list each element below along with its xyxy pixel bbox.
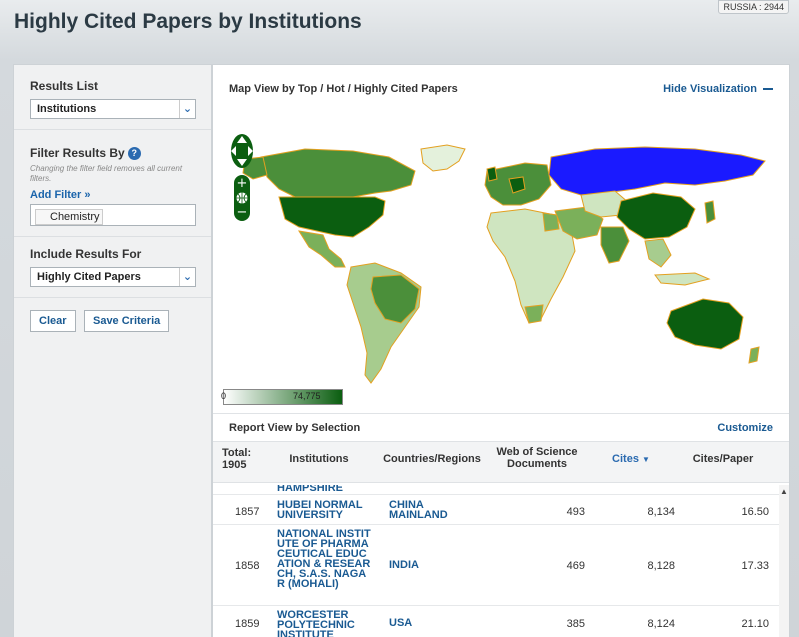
page-title: Highly Cited Papers by Institutions <box>14 10 362 33</box>
institution-link[interactable]: NATIONAL INSTITUTE OF PHARMACEUTICAL EDU… <box>277 529 371 590</box>
section-divider <box>213 413 789 414</box>
sidebar: Results List Institutions ⌄ Filter Resul… <box>13 64 212 637</box>
row-rank: 1857 <box>235 506 260 518</box>
report-title: Report View by Selection <box>229 422 361 434</box>
documents-header[interactable]: Web of Science Documents <box>493 446 581 470</box>
map-canada <box>260 148 416 198</box>
customize-link[interactable]: Customize <box>717 422 773 434</box>
map-uk <box>486 166 498 182</box>
filter-hint: Changing the filter field removes all cu… <box>30 164 183 184</box>
cites-per-paper-header[interactable]: Cites/Paper <box>683 453 763 465</box>
map-russia <box>548 146 766 196</box>
cites-header-label: Cites <box>612 453 639 465</box>
row-cites-per-paper: 17.33 <box>741 560 769 572</box>
total-header: Total: 1905 <box>222 447 251 471</box>
row-documents: 385 <box>566 618 585 630</box>
row-documents: 469 <box>566 560 585 572</box>
map-india <box>600 226 630 264</box>
filter-box: Chemistry <box>30 204 196 227</box>
row-cites-per-paper: 21.10 <box>741 618 769 630</box>
country-link[interactable]: CHINA MAINLAND <box>389 500 479 521</box>
institution-link[interactable]: HAMPSHIRE <box>277 485 343 494</box>
pan-icon[interactable] <box>231 134 253 168</box>
help-icon[interactable]: ? <box>127 147 141 161</box>
sort-down-icon: ▼ <box>642 455 650 464</box>
results-list-value: Institutions <box>37 103 97 115</box>
filter-chip-chemistry[interactable]: Chemistry <box>35 209 103 226</box>
save-criteria-button[interactable]: Save Criteria <box>83 310 170 333</box>
results-list-label: Results List <box>30 79 99 93</box>
country-link[interactable]: INDIA <box>389 560 479 571</box>
minus-icon <box>763 88 773 91</box>
row-cites: 8,124 <box>647 618 675 630</box>
institution-link[interactable]: HUBEI NORMAL UNIVERSITY <box>277 500 377 521</box>
filter-label-row: Filter Results By? <box>30 146 195 161</box>
institutions-header[interactable]: Institutions <box>279 453 359 465</box>
chevron-down-icon[interactable]: ⌄ <box>179 100 195 118</box>
region-badge: RUSSIA : 2944 <box>718 0 789 14</box>
map-indonesia <box>654 272 711 286</box>
zoom-out-icon[interactable]: − <box>237 205 248 220</box>
total-label: Total: <box>222 447 252 459</box>
table-row-partial: HAMPSHIRE <box>213 485 779 495</box>
include-label: Include Results For <box>30 247 142 262</box>
include-value: Highly Cited Papers <box>37 271 141 284</box>
legend-gradient <box>223 389 343 405</box>
row-documents: 493 <box>566 506 585 518</box>
row-cites: 8,128 <box>647 560 675 572</box>
hide-visualization-label: Hide Visualization <box>663 83 757 95</box>
institution-link[interactable]: WORCESTER POLYTECHNIC INSTITUTE <box>277 610 377 637</box>
table-row: 1858 NATIONAL INSTITUTE OF PHARMACEUTICA… <box>213 526 779 606</box>
table-scrollbar[interactable]: ▲ <box>779 485 789 637</box>
hide-visualization-link[interactable]: Hide Visualization <box>663 83 773 95</box>
main-panel: Map View by Top / Hot / Highly Cited Pap… <box>212 64 790 637</box>
filter-section: Filter Results By? Changing the filter f… <box>14 130 211 238</box>
zoom-in-icon[interactable]: + <box>237 176 248 191</box>
add-filter-link[interactable]: Add Filter » <box>30 189 195 201</box>
row-rank: 1859 <box>235 618 260 630</box>
chevron-down-icon[interactable]: ⌄ <box>179 268 195 287</box>
map-legend: 0 74,775 <box>221 389 343 405</box>
row-cites-per-paper: 16.50 <box>741 506 769 518</box>
clear-button[interactable]: Clear <box>30 310 76 333</box>
map-se-asia <box>644 238 672 268</box>
row-cites: 8,134 <box>647 506 675 518</box>
total-value: 1905 <box>222 459 247 471</box>
include-select[interactable]: Highly Cited Papers ⌄ <box>30 267 196 288</box>
map-greenland <box>420 144 466 172</box>
map-title: Map View by Top / Hot / Highly Cited Pap… <box>229 83 458 95</box>
map-new-zealand <box>748 346 760 364</box>
map-usa <box>278 196 386 238</box>
results-list-select[interactable]: Institutions ⌄ <box>30 99 196 119</box>
map-australia <box>666 298 744 350</box>
table-body: HAMPSHIRE 1857 HUBEI NORMAL UNIVERSITY C… <box>213 485 779 637</box>
map-mexico <box>297 230 346 268</box>
filter-label: Filter Results By <box>30 146 125 160</box>
button-row: Clear Save Criteria <box>14 298 211 344</box>
cites-header[interactable]: Cites ▼ <box>601 453 661 466</box>
table-row: 1859 WORCESTER POLYTECHNIC INSTITUTE USA… <box>213 607 779 637</box>
legend-min: 0 <box>221 391 227 401</box>
include-section: Include Results For Highly Cited Papers … <box>14 237 211 299</box>
map-japan <box>704 200 716 224</box>
table-row: 1857 HUBEI NORMAL UNIVERSITY CHINA MAINL… <box>213 497 779 525</box>
map-china <box>616 192 696 240</box>
results-list-section: Results List Institutions ⌄ <box>14 65 211 130</box>
country-link[interactable]: USA <box>389 618 479 629</box>
legend-max: 74,775 <box>293 391 321 401</box>
world-map[interactable] <box>225 127 773 407</box>
table-header: Total: 1905 Institutions Countries/Regio… <box>213 441 789 483</box>
countries-header[interactable]: Countries/Regions <box>377 453 487 465</box>
scroll-up-icon[interactable]: ▲ <box>780 487 788 496</box>
row-rank: 1858 <box>235 560 260 572</box>
map-navigation: + − <box>231 134 253 221</box>
